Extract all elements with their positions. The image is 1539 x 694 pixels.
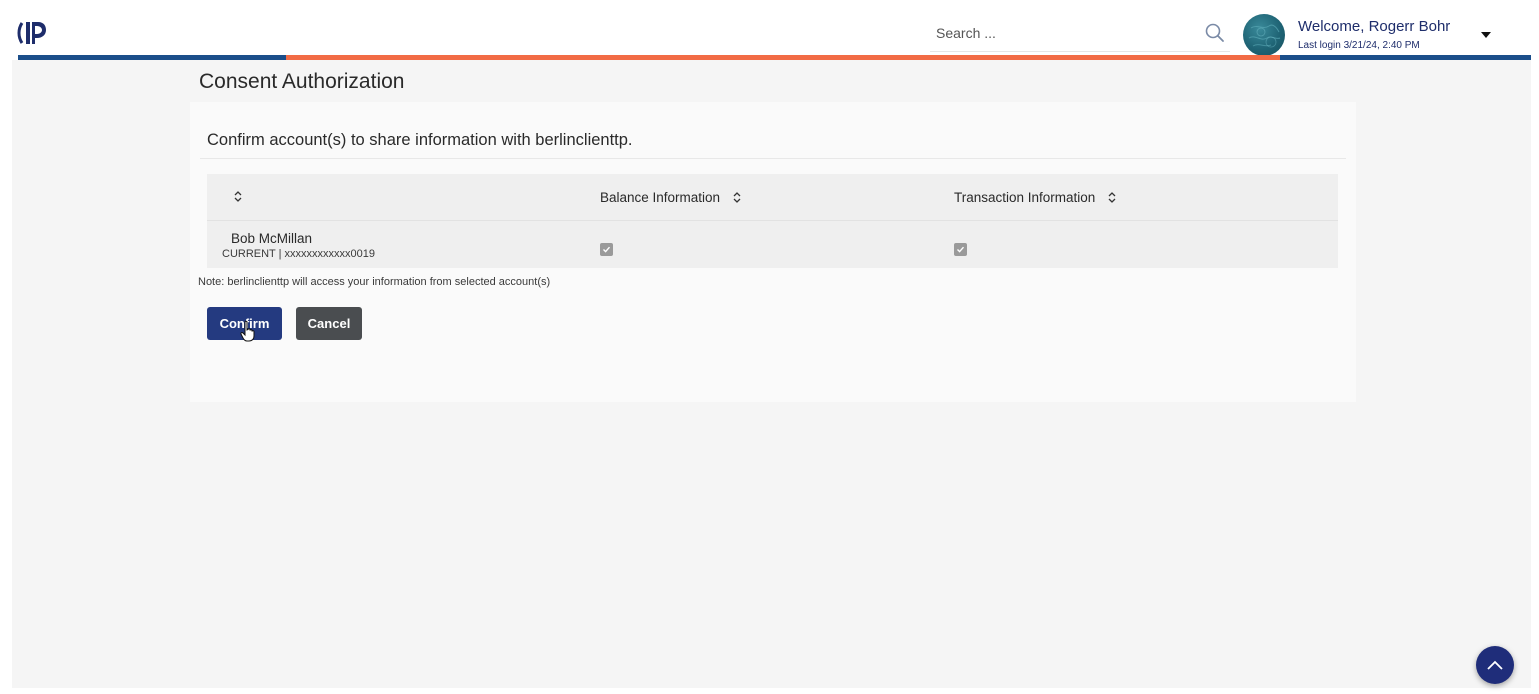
sort-icon[interactable] [732,191,742,204]
account-detail: CURRENT | xxxxxxxxxxxx0019 [222,248,376,260]
app-header: Welcome, Rogerr Bohr Last login 3/21/24,… [0,0,1539,62]
brand-logo-icon[interactable] [16,17,48,49]
avatar[interactable] [1243,14,1285,56]
sort-icon[interactable] [233,190,243,203]
column-header-transaction[interactable]: Transaction Information [954,190,1117,205]
welcome-text: Welcome, Rogerr Bohr [1298,18,1451,35]
scroll-to-top-button[interactable] [1476,646,1514,684]
chevron-down-icon[interactable] [1478,28,1494,40]
check-icon [957,246,965,253]
consent-note: Note: berlinclienttp will access your in… [198,276,551,288]
column-header-balance[interactable]: Balance Information [600,190,742,205]
check-icon [603,246,611,253]
table-header: Balance Information Transaction Informat… [207,174,1338,221]
table-row: Bob McMillan CURRENT | xxxxxxxxxxxx0019 [207,221,1338,268]
column-header-account[interactable] [233,190,243,203]
balance-checkbox[interactable] [600,243,613,256]
consent-card: Confirm account(s) to share information … [190,102,1356,402]
search-box [930,14,1230,52]
chevron-up-icon [1487,660,1503,670]
cancel-button[interactable]: Cancel [296,307,362,340]
search-input[interactable] [936,22,1196,44]
divider [200,158,1346,159]
search-icon[interactable] [1204,22,1226,44]
hand-cursor-icon [240,320,256,342]
account-name: Bob McMillan [231,231,313,246]
card-heading: Confirm account(s) to share information … [207,131,633,149]
page-title: Consent Authorization [199,70,405,93]
accounts-table: Balance Information Transaction Informat… [207,174,1338,268]
sort-icon[interactable] [1107,191,1117,204]
transaction-checkbox[interactable] [954,243,967,256]
last-login-text: Last login 3/21/24, 2:40 PM [1298,40,1420,51]
